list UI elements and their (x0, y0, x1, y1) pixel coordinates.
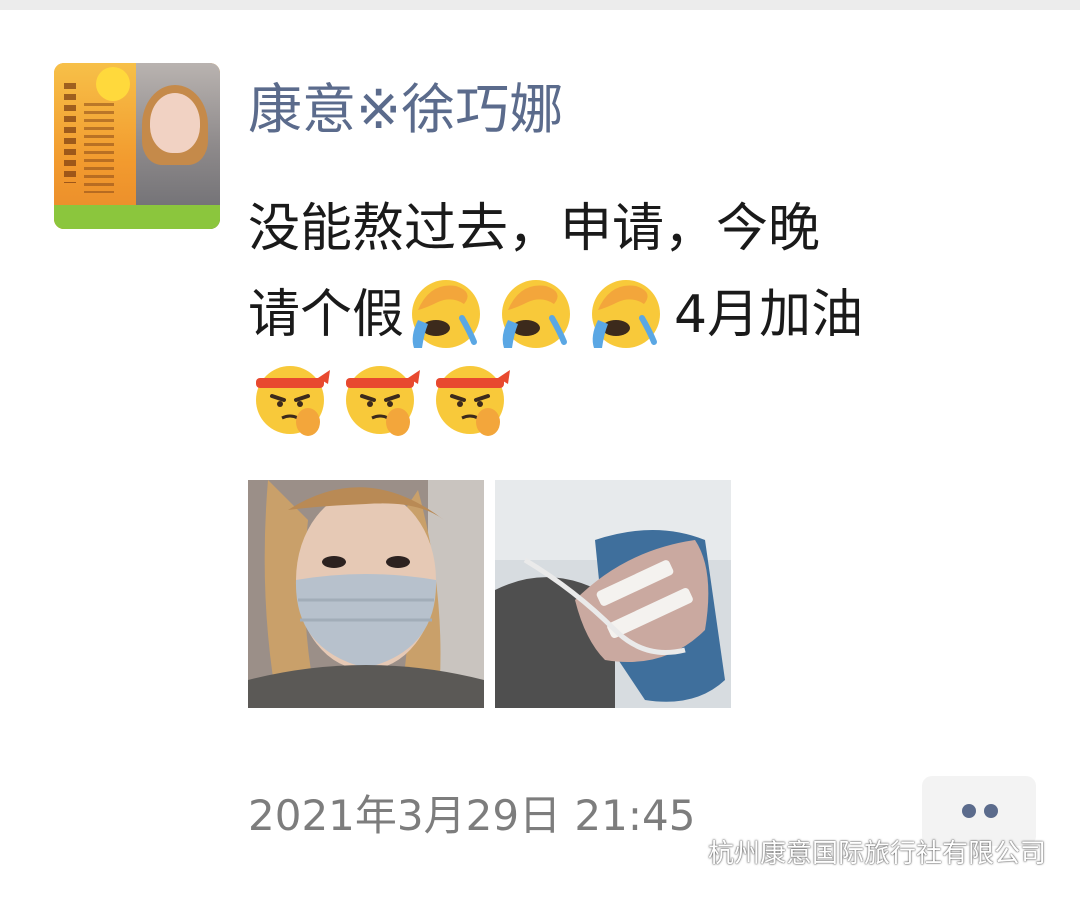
avatar[interactable] (54, 63, 220, 229)
post-line-2: 请个假 4月加油 (248, 272, 1038, 358)
face-palm-crying-emoji-icon (584, 270, 668, 354)
post-line-1: 没能熬过去，申请，今晚 (248, 199, 821, 259)
wechat-icon (671, 844, 700, 871)
face-palm-crying-emoji-icon (404, 270, 488, 354)
post-line-2-suffix: 4月加油 (674, 285, 864, 345)
more-dot-icon (962, 804, 976, 818)
top-strip (0, 0, 1080, 10)
timestamp: 2021年3月29日 21:45 (248, 791, 696, 840)
determined-headband-emoji-icon (338, 356, 422, 440)
post-text: 没能熬过去，申请，今晚 请个假 4月加油 (248, 186, 1038, 444)
post-line-3 (248, 358, 1038, 444)
selfie-with-mask-photo[interactable] (248, 480, 484, 708)
username[interactable]: 康意※徐巧娜 (248, 78, 563, 142)
post-line-2-text: 请个假 (248, 285, 405, 345)
hand-iv-drip-photo[interactable] (495, 480, 731, 708)
determined-headband-emoji-icon (248, 356, 332, 440)
watermark: 杭州康意国际旅行社有限公司 (671, 834, 1046, 874)
determined-headband-emoji-icon (428, 356, 512, 440)
more-dot-icon (984, 804, 998, 818)
face-palm-crying-emoji-icon (494, 270, 578, 354)
watermark-text: 杭州康意国际旅行社有限公司 (707, 839, 1046, 869)
